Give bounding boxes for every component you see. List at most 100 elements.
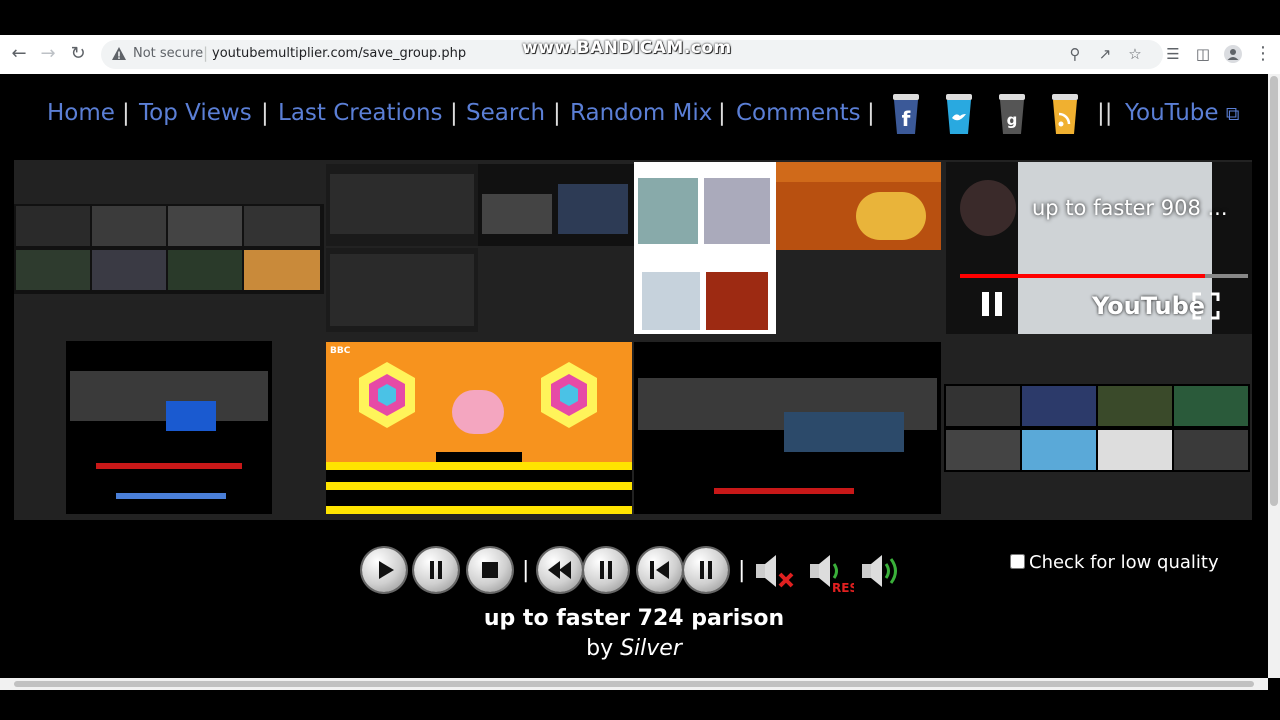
- pause-icon[interactable]: [982, 292, 989, 316]
- stripe: [326, 482, 632, 490]
- rewind-button[interactable]: [538, 548, 582, 592]
- author-name[interactable]: Silver: [620, 636, 682, 661]
- menu-kebab-icon[interactable]: ⋮: [1254, 45, 1272, 63]
- video-tile-orange[interactable]: BBC: [326, 342, 632, 514]
- side-panel-icon[interactable]: ◫: [1194, 45, 1212, 63]
- low-quality-label: Check for low quality: [1029, 552, 1219, 573]
- pause-button[interactable]: [414, 548, 458, 592]
- video-tile-2[interactable]: [326, 164, 478, 246]
- pause-icon: [700, 561, 712, 579]
- nav-separator: |: [718, 100, 726, 126]
- web-page: Home | Top Views | Last Creations | Sear…: [0, 74, 1268, 678]
- forward-icon[interactable]: →: [37, 43, 59, 65]
- nav-youtube-link[interactable]: YouTube ⧉: [1125, 100, 1239, 126]
- pause-alt-button[interactable]: [584, 548, 628, 592]
- horizontal-scrollbar[interactable]: [0, 678, 1268, 690]
- nav-random-mix[interactable]: Random Mix: [570, 100, 712, 126]
- reading-list-icon[interactable]: ☰: [1164, 45, 1182, 63]
- mute-icon[interactable]: [752, 550, 800, 594]
- volume-reset-icon[interactable]: RES: [806, 550, 854, 594]
- controls-separator: |: [522, 558, 530, 583]
- rewind-icon: [548, 561, 571, 579]
- video-tile-collage-2[interactable]: [944, 384, 1250, 472]
- nav-separator: |: [553, 100, 561, 126]
- play-icon: [379, 561, 394, 579]
- horizontal-scroll-thumb[interactable]: [14, 681, 1254, 687]
- nav-home[interactable]: Home: [47, 100, 115, 126]
- nav-comments[interactable]: Comments: [736, 100, 861, 126]
- nav-search[interactable]: Search: [466, 100, 545, 126]
- vertical-scrollbar[interactable]: [1268, 74, 1280, 678]
- pause-third-button[interactable]: [684, 548, 728, 592]
- stripe: [326, 470, 632, 482]
- screen-top-border: [0, 0, 1280, 35]
- svg-text:g: g: [1007, 111, 1018, 129]
- character-figure: [452, 390, 504, 434]
- progress-track[interactable]: [960, 274, 1248, 278]
- nav-separator: |: [261, 100, 269, 126]
- progress-fill: [960, 274, 1205, 278]
- url-text[interactable]: youtubemultiplier.com/save_group.php: [212, 46, 466, 61]
- pause-icon: [430, 561, 442, 579]
- svg-text:RES: RES: [832, 581, 854, 594]
- rss-icon[interactable]: [1050, 92, 1080, 136]
- bbc-logo: BBC: [330, 346, 351, 356]
- low-quality-checkbox[interactable]: [1010, 554, 1025, 569]
- stripe: [326, 490, 632, 506]
- pause-icon: [600, 561, 612, 579]
- volume-up-icon[interactable]: [858, 550, 906, 594]
- external-link-icon: ⧉: [1225, 103, 1240, 125]
- play-button[interactable]: [362, 548, 406, 592]
- video-tile-7[interactable]: [634, 250, 776, 334]
- hexagon-icon: [541, 362, 597, 428]
- video-tile-3[interactable]: [478, 164, 634, 246]
- nav-separator: |: [122, 100, 130, 126]
- fullscreen-icon[interactable]: [1192, 292, 1220, 320]
- video-tile-4[interactable]: [326, 248, 478, 332]
- nav-separator: |: [867, 100, 875, 126]
- nav-separator: |: [450, 100, 458, 126]
- nav-top-views[interactable]: Top Views: [139, 100, 252, 126]
- youtube-player[interactable]: up to faster 908 ... YouTube: [946, 162, 1252, 334]
- byline-prefix: by: [586, 636, 614, 661]
- mashup-byline: by Silver: [0, 636, 1268, 661]
- facebook-icon[interactable]: f: [891, 92, 921, 136]
- security-label: Not secure: [133, 46, 204, 61]
- bookmark-star-icon[interactable]: ☆: [1126, 45, 1144, 63]
- bandicam-watermark: www.BANDICAM.com: [522, 38, 732, 58]
- video-tile-10[interactable]: [634, 342, 941, 514]
- player-overlay-title[interactable]: up to faster 908 ...: [1032, 196, 1228, 220]
- video-tile-8[interactable]: [66, 341, 272, 514]
- reload-icon[interactable]: ↻: [67, 43, 89, 65]
- stripe: [326, 462, 632, 470]
- share-icon[interactable]: ↗: [1096, 45, 1114, 63]
- low-quality-option[interactable]: Check for low quality: [1010, 552, 1219, 573]
- podium-step: [436, 452, 522, 462]
- skip-back-button[interactable]: [638, 548, 682, 592]
- skip-back-icon: [650, 561, 669, 579]
- stop-icon: [482, 562, 498, 578]
- twitter-icon[interactable]: [944, 92, 974, 136]
- mashup-title: up to faster 724 parison: [483, 606, 785, 631]
- controls-separator: |: [738, 558, 746, 583]
- video-tile-collage-1[interactable]: [14, 204, 324, 294]
- omnibox-separator: |: [203, 44, 209, 62]
- nav-last-creations[interactable]: Last Creations: [278, 100, 443, 126]
- svg-text:f: f: [902, 107, 911, 131]
- video-tile-5[interactable]: [634, 162, 776, 250]
- youtube-brand[interactable]: YouTube: [1092, 292, 1205, 320]
- hexagon-icon: [359, 362, 415, 428]
- youtube-link-label: YouTube: [1125, 100, 1219, 126]
- stop-button[interactable]: [468, 548, 512, 592]
- channel-avatar[interactable]: [960, 180, 1016, 236]
- vertical-scroll-thumb[interactable]: [1270, 76, 1278, 506]
- profile-avatar-icon[interactable]: [1224, 45, 1242, 63]
- screen-bottom-border: [0, 690, 1280, 720]
- pause-icon-bar: [995, 292, 1002, 316]
- google-plus-icon[interactable]: g: [997, 92, 1027, 136]
- warning-icon: [112, 47, 126, 60]
- zoom-icon[interactable]: ⚲: [1066, 45, 1084, 63]
- back-icon[interactable]: ←: [8, 43, 30, 65]
- video-tile-6[interactable]: [776, 162, 941, 250]
- nav-double-separator: ||: [1097, 100, 1113, 126]
